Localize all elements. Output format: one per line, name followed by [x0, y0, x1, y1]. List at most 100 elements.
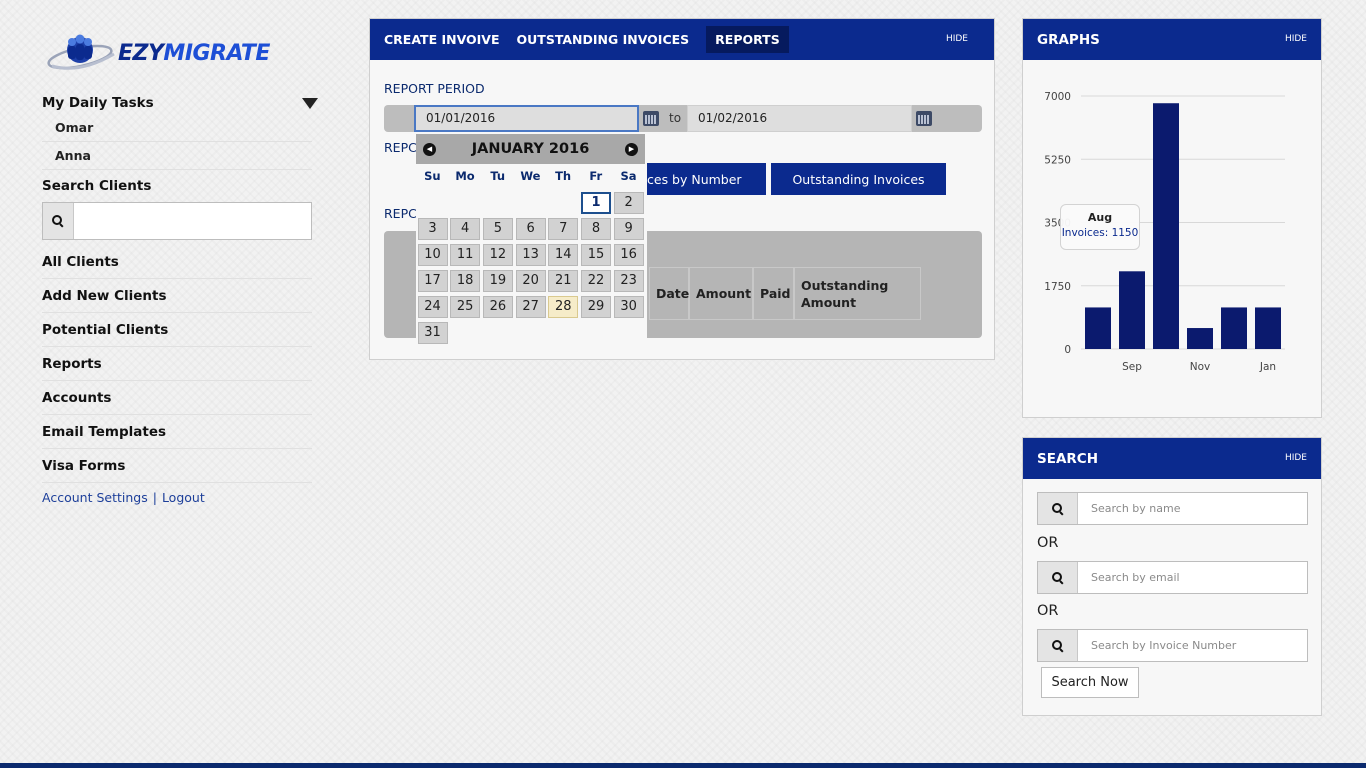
- chart-bar[interactable]: [1085, 307, 1111, 349]
- calendar-day[interactable]: 25: [450, 296, 481, 318]
- calendar-day[interactable]: 24: [417, 296, 448, 318]
- nav-all-clients[interactable]: All Clients: [42, 245, 312, 279]
- task-item-anna[interactable]: Anna: [42, 142, 312, 170]
- calendar-day[interactable]: 10: [417, 244, 448, 266]
- calendar-day[interactable]: 23: [613, 270, 644, 292]
- calendar-day[interactable]: 2: [613, 192, 644, 214]
- calendar-day[interactable]: 15: [581, 244, 611, 266]
- tab-outstanding-invoices[interactable]: OUTSTANDING INVOICES: [517, 32, 690, 47]
- calendar-day[interactable]: 17: [417, 270, 448, 292]
- hide-link[interactable]: HIDE: [1285, 453, 1307, 463]
- chart-bar[interactable]: [1221, 307, 1247, 349]
- search-icon[interactable]: [1038, 630, 1078, 661]
- to-label: to: [669, 111, 682, 125]
- nav-potential-clients[interactable]: Potential Clients: [42, 313, 312, 347]
- search-title: SEARCH: [1037, 450, 1098, 467]
- task-item-omar[interactable]: Omar: [42, 114, 312, 142]
- or-label: OR: [1037, 603, 1059, 619]
- chart-bar[interactable]: [1255, 307, 1281, 349]
- calendar-month-title: JANUARY 2016: [471, 141, 590, 157]
- calendar-day[interactable]: 13: [515, 244, 546, 266]
- footer-bar: [0, 763, 1366, 768]
- search-clients-input[interactable]: [74, 203, 311, 239]
- main-tab-bar: CREATE INVOIVE OUTSTANDING INVOICES REPO…: [370, 19, 994, 60]
- ezymigrate-logo[interactable]: EZYMIGRATE: [46, 28, 318, 78]
- search-clients-box: [42, 202, 312, 240]
- calendar-day[interactable]: 8: [581, 218, 611, 240]
- nav-visa-forms[interactable]: Visa Forms: [42, 449, 312, 483]
- nav-reports[interactable]: Reports: [42, 347, 312, 381]
- search-panel: SEARCH HIDE OR OR Search Now: [1022, 437, 1322, 716]
- chart-bar[interactable]: [1153, 103, 1179, 349]
- calendar-day[interactable]: 16: [613, 244, 644, 266]
- calendar-day[interactable]: 11: [450, 244, 481, 266]
- chart-bar[interactable]: [1119, 271, 1145, 349]
- calendar-day[interactable]: 28: [548, 296, 579, 318]
- th-date: Date: [649, 267, 689, 320]
- calendar-day[interactable]: 12: [482, 244, 513, 266]
- search-by-email-input[interactable]: [1078, 562, 1307, 593]
- prev-month-icon[interactable]: ◀: [423, 143, 436, 156]
- y-tick-label: 0: [1064, 344, 1071, 356]
- search-icon[interactable]: [43, 203, 74, 239]
- calendar-header: ◀ JANUARY 2016 ▶: [416, 134, 645, 164]
- calendar-day[interactable]: 19: [482, 270, 513, 292]
- calendar-day[interactable]: 4: [450, 218, 481, 240]
- from-date-input[interactable]: 01/01/2016: [414, 105, 639, 132]
- tooltip-text: Invoices: 1150: [1061, 227, 1139, 239]
- logo-text: EZYMIGRATE: [118, 40, 270, 66]
- th-outstanding-amount: Outstanding Amount: [794, 267, 921, 320]
- search-by-invoice-input[interactable]: [1078, 630, 1307, 661]
- calendar-day[interactable]: 6: [515, 218, 546, 240]
- nav-accounts[interactable]: Accounts: [42, 381, 312, 415]
- calendar-day[interactable]: 7: [548, 218, 579, 240]
- calendar-day[interactable]: 27: [515, 296, 546, 318]
- search-by-name-input[interactable]: [1078, 493, 1307, 524]
- calendar-day[interactable]: 21: [548, 270, 579, 292]
- daily-tasks-title: My Daily Tasks: [42, 95, 154, 111]
- th-amount: Amount: [689, 267, 753, 320]
- report-period-label: REPORT PERIOD: [384, 81, 485, 96]
- dropdown-triangle-icon[interactable]: [302, 97, 318, 109]
- search-now-button[interactable]: Search Now: [1041, 667, 1139, 698]
- to-date-input[interactable]: 01/02/2016: [687, 105, 912, 132]
- daily-tasks-header[interactable]: My Daily Tasks: [42, 92, 318, 114]
- nav-add-new-clients[interactable]: Add New Clients: [42, 279, 312, 313]
- weekday-label: Fr: [589, 169, 603, 183]
- next-month-icon[interactable]: ▶: [625, 143, 638, 156]
- calendar-day[interactable]: 5: [482, 218, 513, 240]
- calendar-day[interactable]: 1: [581, 192, 611, 214]
- x-tick-label: Jan: [1259, 361, 1276, 373]
- search-header: SEARCH HIDE: [1023, 438, 1321, 479]
- y-tick-label: 5250: [1044, 154, 1071, 166]
- people-globe-icon: [46, 30, 120, 76]
- search-icon[interactable]: [1038, 493, 1078, 524]
- outstanding-invoices-button[interactable]: Outstanding Invoices: [771, 163, 946, 195]
- calendar-icon[interactable]: [916, 111, 932, 126]
- calendar-icon[interactable]: [643, 111, 659, 126]
- search-icon[interactable]: [1038, 562, 1078, 593]
- weekday-label: Sa: [620, 169, 637, 183]
- calendar-day[interactable]: 30: [613, 296, 644, 318]
- calendar-day[interactable]: 9: [613, 218, 644, 240]
- calendar-day[interactable]: 26: [482, 296, 513, 318]
- calendar-day[interactable]: 20: [515, 270, 546, 292]
- calendar-day[interactable]: 14: [548, 244, 579, 266]
- logout-link[interactable]: Logout: [162, 490, 205, 505]
- calendar-day[interactable]: 3: [417, 218, 448, 240]
- sidebar-nav: All Clients Add New Clients Potential Cl…: [42, 245, 318, 483]
- tab-reports[interactable]: REPORTS: [706, 26, 789, 53]
- th-paid: Paid: [753, 267, 794, 320]
- calendar-day[interactable]: 18: [450, 270, 481, 292]
- hide-link[interactable]: HIDE: [946, 34, 968, 44]
- calendar-day[interactable]: 22: [581, 270, 611, 292]
- invoices-by-number-button[interactable]: ces by Number: [647, 163, 766, 195]
- account-settings-link[interactable]: Account Settings: [42, 490, 148, 505]
- nav-email-templates[interactable]: Email Templates: [42, 415, 312, 449]
- chart-bar[interactable]: [1187, 328, 1213, 349]
- search-email-row: [1037, 561, 1308, 594]
- calendar-day[interactable]: 29: [581, 296, 611, 318]
- hide-link[interactable]: HIDE: [1285, 34, 1307, 44]
- calendar-day[interactable]: 31: [417, 322, 448, 344]
- tab-create-invoice[interactable]: CREATE INVOIVE: [384, 32, 500, 47]
